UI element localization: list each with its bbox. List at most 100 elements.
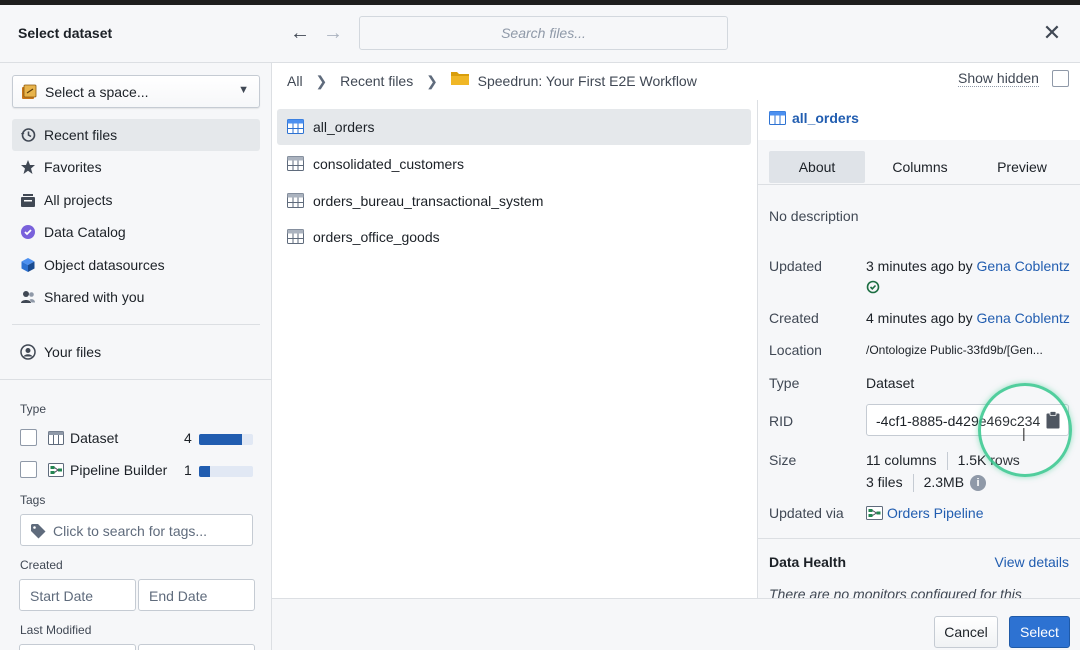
file-list: all_orders consolidated_customers orders… (272, 100, 757, 598)
text-cursor-icon: | (1022, 425, 1026, 441)
created-user-link[interactable]: Gena Coblentz (977, 310, 1070, 326)
tabs-divider (758, 184, 1080, 185)
details-header: all_orders (758, 100, 1080, 140)
dialog-header: Select dataset ← → Search files... ✕ (0, 5, 1080, 63)
tags-filter-label: Tags (20, 493, 46, 507)
pipeline-builder-checkbox[interactable] (20, 461, 37, 478)
select-button[interactable]: Select (1009, 616, 1070, 648)
breadcrumb-folder[interactable]: Speedrun: Your First E2E Workflow (478, 73, 697, 89)
sidebar-item-your-files[interactable]: Your files (12, 336, 260, 368)
modified-start-date-input[interactable] (19, 644, 136, 650)
created-end-date-input[interactable]: End Date (138, 579, 255, 611)
created-filter-label: Created (20, 558, 63, 572)
file-row-orders-bureau-transactional-system[interactable]: orders_bureau_transactional_system (277, 183, 751, 219)
user-icon (20, 344, 36, 360)
dialog-title: Select dataset (18, 25, 113, 41)
sidebar-item-label: Recent files (44, 127, 118, 143)
sidebar-item-label: Data Catalog (44, 224, 126, 240)
view-details-link[interactable]: View details (995, 554, 1069, 570)
location-value: /Ontologize Public-33fd9b/[Gen... (866, 343, 1043, 357)
filter-count: 1 (184, 462, 192, 478)
updated-via-label: Updated via (769, 505, 844, 521)
cancel-button[interactable]: Cancel (934, 616, 998, 648)
size-separator (946, 452, 948, 471)
location-label: Location (769, 342, 822, 358)
dataset-icon (48, 431, 64, 445)
arrow-right-icon[interactable]: → (321, 21, 345, 45)
sidebar: Select a space... ▼ Recent files Favorit… (0, 63, 272, 650)
sidebar-item-data-catalog[interactable]: Data Catalog (12, 216, 260, 248)
star-icon (21, 160, 35, 174)
size-row-2: 3 files 2.3MB i (866, 474, 987, 493)
sidebar-divider (12, 324, 260, 325)
sidebar-item-object-datasources[interactable]: Object datasources (12, 249, 260, 281)
sidebar-item-label: All projects (44, 192, 113, 208)
rid-field[interactable]: -4cf1-8885-d429e469c234 (866, 404, 1069, 436)
people-icon (21, 291, 35, 303)
filter-bar-fill (199, 434, 243, 445)
show-hidden-label[interactable]: Show hidden (958, 70, 1039, 87)
dataset-icon (287, 193, 304, 208)
created-time: 4 minutes ago by (866, 310, 977, 326)
details-panel: all_orders About Columns Preview No desc… (757, 100, 1080, 603)
close-icon[interactable]: ✕ (1040, 21, 1064, 45)
sidebar-item-label: Favorites (44, 159, 102, 175)
dataset-icon (287, 229, 304, 244)
space-select[interactable]: Select a space... ▼ (12, 75, 260, 108)
arrow-left-icon[interactable]: ← (288, 21, 312, 45)
sidebar-divider (0, 379, 271, 380)
updated-label: Updated (769, 258, 822, 274)
rid-value: -4cf1-8885-d429e469c234 (876, 413, 1041, 429)
clipboard-icon[interactable] (1046, 411, 1060, 429)
type-filter-dataset[interactable]: Dataset 4 (20, 427, 256, 449)
show-hidden-checkbox[interactable] (1052, 70, 1069, 87)
last-modified-filter-label: Last Modified (20, 623, 92, 637)
history-icon (21, 128, 36, 142)
search-input[interactable]: Search files... (359, 16, 728, 50)
type-filter-label: Type (20, 402, 47, 416)
sidebar-item-shared-with-you[interactable]: Shared with you (12, 281, 260, 313)
breadcrumb-recent-files[interactable]: Recent files (340, 73, 413, 89)
updated-via-name: Orders Pipeline (887, 505, 984, 521)
updated-user-link[interactable]: Gena Coblentz (977, 258, 1070, 274)
file-name: consolidated_customers (313, 156, 464, 172)
size-row-1: 11 columns 1.5K rows (866, 452, 1020, 471)
sidebar-item-label: Your files (44, 344, 102, 360)
size-bytes: 2.3MB (923, 474, 965, 490)
file-row-orders-office-goods[interactable]: orders_office_goods (277, 219, 751, 255)
tab-about[interactable]: About (769, 151, 865, 183)
tags-search-input[interactable]: Click to search for tags... (20, 514, 253, 546)
space-icon (22, 84, 37, 99)
tab-columns[interactable]: Columns (872, 151, 968, 183)
sidebar-item-recent-files[interactable]: Recent files (12, 119, 260, 151)
dataset-checkbox[interactable] (20, 429, 37, 446)
size-label: Size (769, 452, 797, 468)
tab-preview[interactable]: Preview (974, 151, 1070, 183)
tag-icon (31, 524, 46, 539)
updated-time: 3 minutes ago by (866, 258, 977, 274)
rid-label: RID (769, 413, 794, 429)
breadcrumb-all[interactable]: All (287, 73, 303, 89)
filter-bar-fill (199, 466, 210, 477)
file-name: orders_bureau_transactional_system (313, 193, 544, 209)
breadcrumb: All ❯ Recent files ❯ Speedrun: Your Firs… (287, 71, 697, 91)
details-title: all_orders (792, 110, 859, 126)
updated-via-link[interactable]: Orders Pipeline (866, 505, 984, 521)
sidebar-item-all-projects[interactable]: All projects (12, 184, 260, 216)
sidebar-item-favorites[interactable]: Favorites (12, 151, 260, 183)
dataset-icon (287, 119, 304, 134)
chevron-right-icon: ❯ (315, 72, 328, 89)
filter-label: Dataset (70, 430, 119, 446)
modified-end-date-input[interactable] (138, 644, 255, 650)
cube-icon (21, 258, 35, 272)
space-select-label: Select a space... (45, 84, 149, 100)
info-icon[interactable]: i (970, 475, 987, 492)
details-title-link[interactable]: all_orders (769, 110, 859, 126)
created-start-date-input[interactable]: Start Date (19, 579, 136, 611)
size-separator (912, 474, 914, 493)
verified-icon (866, 280, 880, 294)
file-row-consolidated-customers[interactable]: consolidated_customers (277, 146, 751, 182)
file-row-all-orders[interactable]: all_orders (277, 109, 751, 145)
type-filter-pipeline-builder[interactable]: Pipeline Builder 1 (20, 459, 256, 481)
filter-count: 4 (184, 430, 192, 446)
